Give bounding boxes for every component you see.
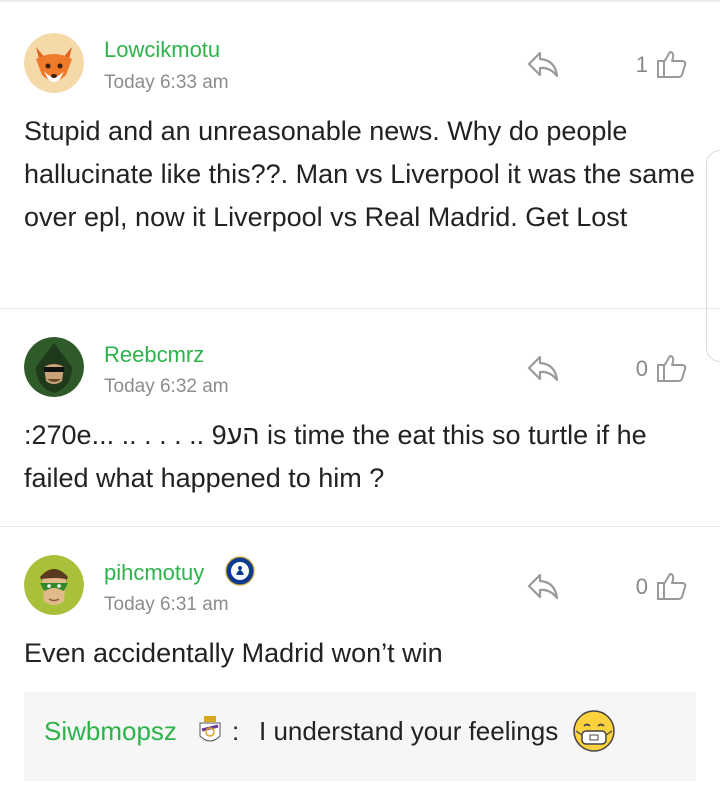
comment-item: Lowcikmotu Today 6:33 am 1 Stupid and an… [0,0,720,308]
comment-timestamp: Today 6:31 am [104,594,229,615]
comment-text: Even accidentally Madrid won’t win [24,638,443,668]
comment-timestamp: Today 6:33 am [104,72,229,93]
comment-username[interactable]: Lowcikmotu [104,37,220,63]
comment-text: Stupid and an unreasonable news. Why do … [24,116,695,232]
reply-icon[interactable] [526,47,560,81]
comment-username[interactable]: pihcmotuy [104,560,204,586]
reply-separator: : [232,716,240,746]
reply-username[interactable]: Siwbmopsz [44,716,177,747]
comment-item: Reebcmrz Today 6:32 am 0 :270e... .. . .… [0,309,720,526]
hooded-archer-avatar-icon[interactable] [24,337,84,397]
comment-timestamp: Today 6:32 am [104,376,229,397]
real-madrid-crest-icon [196,714,224,748]
thumbs-up-icon[interactable] [656,48,688,80]
masked-face-emoji-icon [572,709,616,753]
like-count: 1 [635,52,648,77]
comment-username[interactable]: Reebcmrz [104,342,204,368]
nested-reply[interactable]: Siwbmopsz : I understand your feelings [24,692,696,781]
comment-text: :270e... .. . . . .. הע9 is time the eat… [24,420,647,493]
fox-avatar-icon[interactable] [24,33,84,93]
reply-icon[interactable] [526,569,560,603]
like-count: 0 [635,356,648,381]
thumbs-up-icon[interactable] [656,352,688,384]
green-lantern-avatar-icon[interactable] [24,555,84,615]
like-count: 0 [635,574,648,599]
reply-icon[interactable] [526,351,560,385]
reply-text: I understand your feelings [259,716,559,746]
thumbs-up-icon[interactable] [656,570,688,602]
chelsea-crest-icon [225,556,255,586]
